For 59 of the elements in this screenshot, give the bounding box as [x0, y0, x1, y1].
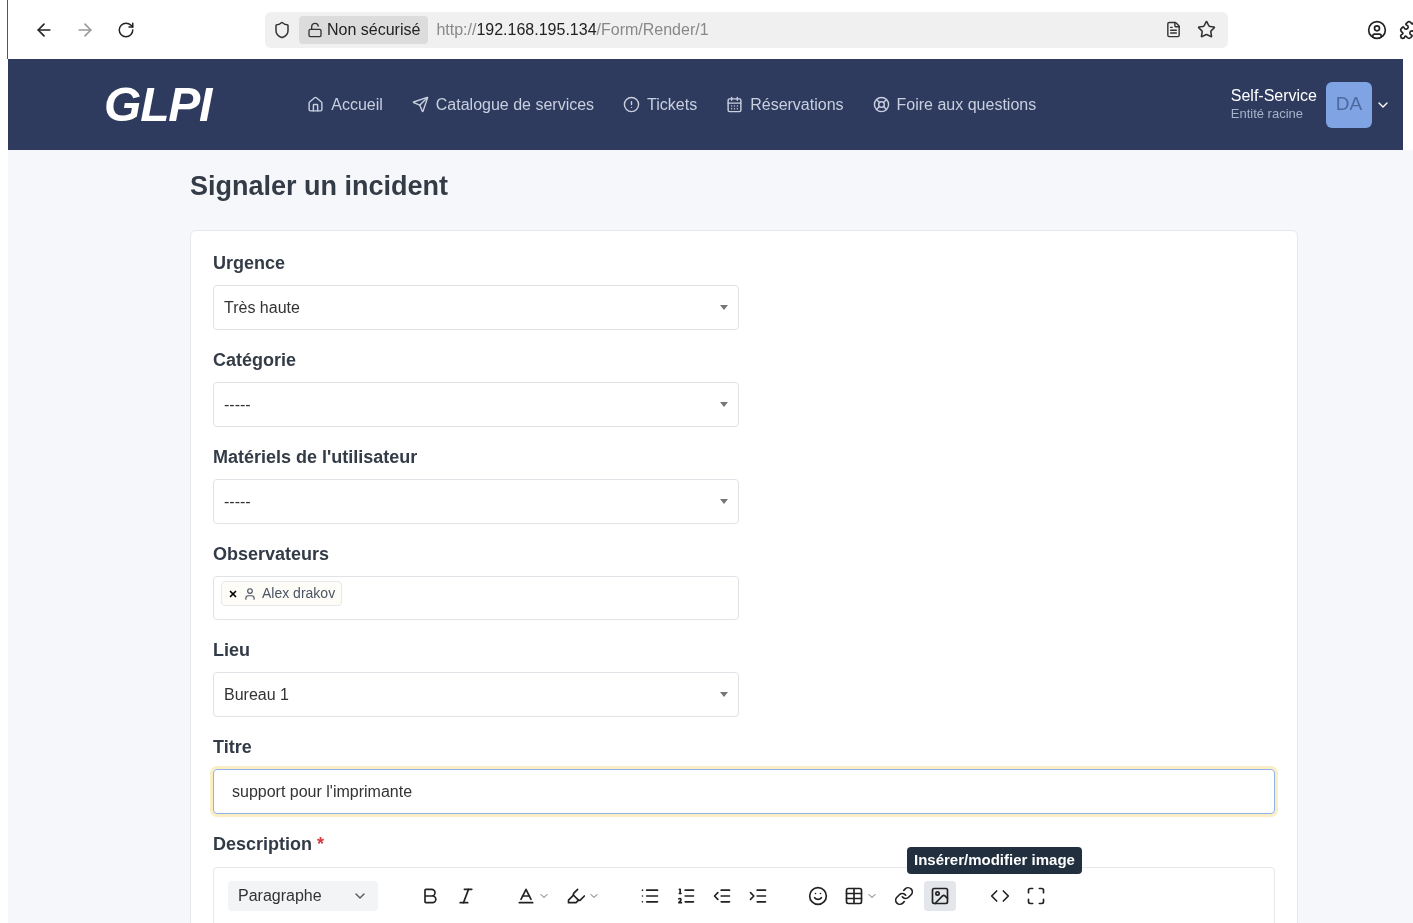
- indent-icon: [748, 886, 768, 906]
- reload-icon[interactable]: [117, 20, 135, 39]
- lifebuoy-icon: [872, 96, 890, 113]
- nav-link[interactable]: Tickets: [623, 92, 698, 117]
- image-icon: [930, 886, 950, 906]
- dropdown-caret-icon: [720, 305, 728, 310]
- entity-name: Entité racine: [1230, 106, 1304, 123]
- alert-circle-icon: [623, 96, 641, 113]
- block-format-select[interactable]: Paragraphe: [228, 881, 378, 911]
- link-icon: [894, 886, 914, 906]
- glpi-logo[interactable]: GLPI: [104, 68, 212, 141]
- fullscreen-icon: [1026, 886, 1046, 906]
- remove-icon[interactable]: [228, 588, 238, 599]
- url-text: http://192.168.195.134/Form/Render/1: [436, 19, 709, 40]
- tooltip: Insérer/modifier image: [907, 847, 1082, 874]
- field-label: Urgence: [213, 252, 287, 275]
- outdent-icon: [712, 886, 732, 906]
- field-label: Titre: [213, 736, 253, 759]
- shield-icon: [273, 20, 291, 39]
- title-input[interactable]: support pour l'imprimante: [213, 769, 1275, 814]
- field-label: Description *: [213, 832, 326, 856]
- dropdown-caret-icon: [720, 499, 728, 504]
- toolbar-button[interactable]: [924, 881, 956, 911]
- text-color-icon: [516, 886, 536, 906]
- reader-view-icon[interactable]: [1165, 21, 1182, 38]
- nav-link[interactable]: Réservations: [726, 92, 844, 117]
- italic-icon: [456, 886, 476, 906]
- calendar-icon: [726, 96, 744, 113]
- dropdown-caret-icon: [720, 402, 728, 407]
- page-title: Signaler un incident: [190, 170, 450, 203]
- field-label: Observateurs: [213, 543, 331, 566]
- dropdown-caret-icon: [720, 692, 728, 697]
- bullet-list-icon: [640, 886, 660, 906]
- security-badge[interactable]: Non sécurisé: [299, 15, 429, 44]
- person-icon: [243, 586, 257, 601]
- table-icon: [844, 886, 864, 906]
- tags-field[interactable]: Alex drakov: [213, 576, 739, 620]
- smiley-icon: [808, 886, 828, 906]
- account-icon[interactable]: [1367, 19, 1387, 40]
- field-label: Matériels de l'utilisateur: [213, 446, 419, 469]
- numbered-list-icon: [676, 886, 696, 906]
- nav-link[interactable]: Accueil: [307, 92, 383, 117]
- extensions-icon[interactable]: [1399, 19, 1413, 40]
- profile-name: Self-Service: [1230, 86, 1317, 107]
- address-bar[interactable]: Non sécurisé http://192.168.195.134/Form/Render/1: [265, 11, 1228, 48]
- nav-link[interactable]: Foire aux questions: [872, 92, 1037, 117]
- select-field[interactable]: Très haute: [213, 285, 739, 330]
- required-asterisk: *: [317, 833, 325, 856]
- field-label: Lieu: [213, 639, 251, 662]
- bookmark-star-icon[interactable]: [1197, 20, 1216, 39]
- field-label: Catégorie: [213, 349, 298, 372]
- home-icon: [307, 96, 325, 113]
- select-field[interactable]: -----: [213, 479, 739, 524]
- select-field[interactable]: Bureau 1: [213, 672, 739, 717]
- highlighter-icon: [566, 886, 586, 906]
- select-field[interactable]: -----: [213, 382, 739, 427]
- observer-tag: Alex drakov: [221, 581, 343, 606]
- nav-link[interactable]: Catalogue de services: [411, 92, 595, 117]
- paper-plane-icon: [411, 96, 429, 113]
